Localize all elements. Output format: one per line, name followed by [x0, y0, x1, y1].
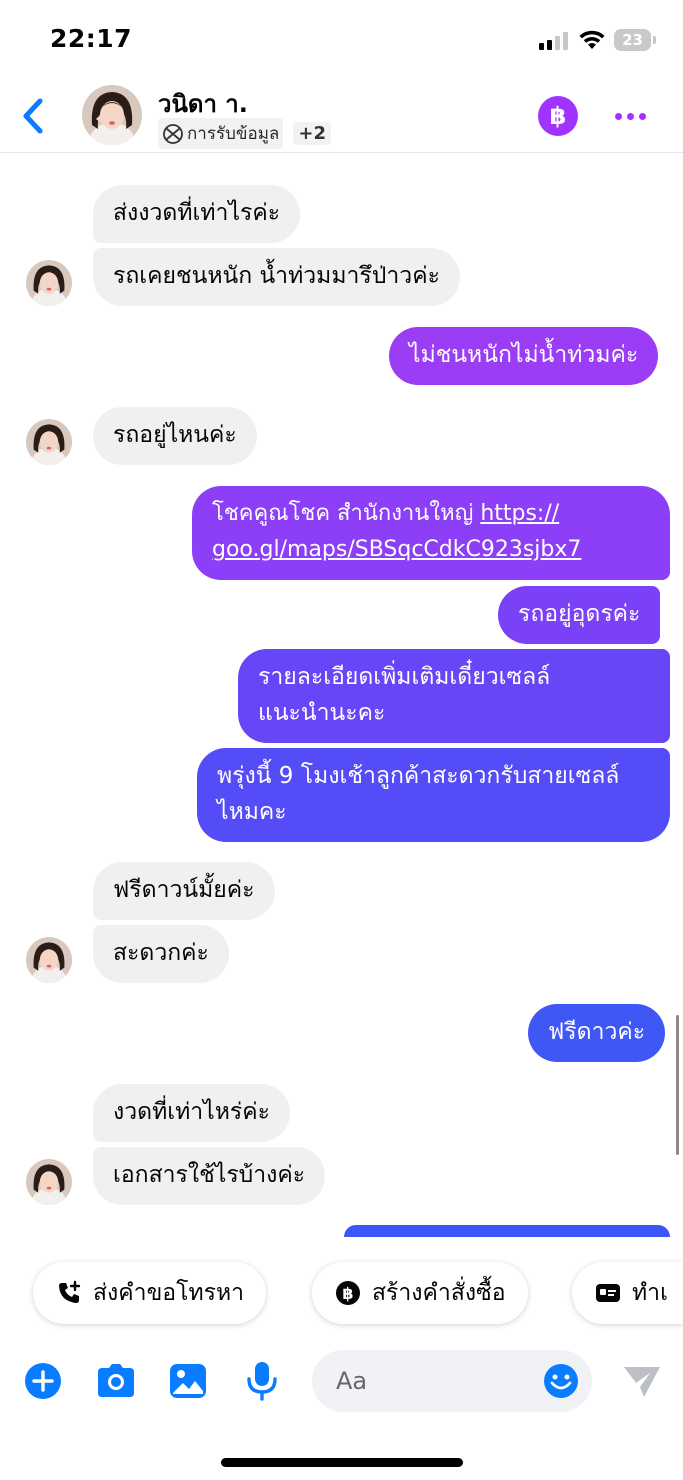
message-bubble-outgoing[interactable]: พรุ่งนี้ 9 โมงเช้าลูกค้าสะดวกรับสายเซลล์… — [197, 748, 670, 842]
svg-text:฿: ฿ — [342, 1284, 353, 1303]
message-bubble-outgoing-partial[interactable] — [344, 1225, 670, 1237]
like-button[interactable] — [622, 1363, 662, 1399]
map-link[interactable]: goo.gl/maps/SBSqcCdkC923sjbx7 — [212, 537, 581, 562]
back-chevron-icon[interactable] — [18, 96, 46, 136]
message-bubble-incoming[interactable]: สะดวกค่ะ — [93, 925, 229, 983]
more-dot-icon — [614, 112, 622, 120]
message-text: แนะนำนะคะ — [258, 700, 386, 726]
battery-level: 23 — [622, 31, 643, 49]
messenger-chat-screen: 22:17 23 วนิดา า. การรับข้อมูล +2 ฿ ส่งง… — [0, 0, 683, 1480]
message-text: ส่งงวดที่เท่าไรค่ะ — [113, 200, 281, 226]
emoji-button[interactable] — [543, 1363, 579, 1399]
sender-avatar[interactable] — [26, 260, 72, 306]
message-text: พรุ่งนี้ 9 โมงเช้าลูกค้าสะดวกรับสายเซลล์ — [217, 763, 620, 789]
contact-subtitle: การรับข้อมูล +2 — [158, 118, 331, 149]
more-action-chip[interactable]: ทำเ — [572, 1262, 683, 1324]
message-text: เอกสารใช้ไรบ้างค่ะ — [113, 1162, 306, 1188]
message-text: รถอยู่ไหนค่ะ — [113, 422, 237, 448]
create-order-chip[interactable]: ฿ สร้างคำสั่งซื้อ — [312, 1262, 528, 1324]
message-text: รถเคยชนหนัก น้ำท่วมมารึป่าวค่ะ — [113, 263, 440, 289]
extra-labels-count[interactable]: +2 — [293, 122, 331, 145]
home-indicator — [221, 1458, 463, 1467]
message-text: โชคคูณโชค สำนักงานใหญ่ — [212, 501, 481, 526]
sender-avatar[interactable] — [26, 937, 72, 983]
scrollbar[interactable] — [676, 1015, 679, 1155]
microphone-icon — [247, 1362, 277, 1401]
add-button[interactable] — [22, 1360, 64, 1402]
lead-source-chip[interactable]: การรับข้อมูล — [158, 118, 284, 149]
meta-ads-icon — [163, 123, 183, 144]
header-divider — [0, 152, 683, 153]
message-text: ฟรีดาวค่ะ — [548, 1019, 646, 1045]
message-text: ไม่ชนหนักไม่น้ำท่วมค่ะ — [409, 342, 639, 368]
phone-plus-icon — [55, 1279, 83, 1307]
payment-button[interactable]: ฿ — [538, 96, 578, 136]
bitcoin-icon: ฿ — [549, 102, 567, 130]
status-time: 22:17 — [50, 24, 133, 53]
wifi-icon — [579, 30, 605, 49]
message-text: ฟรีดาวน์มั้ยค่ะ — [113, 877, 255, 903]
message-bubble-outgoing[interactable]: โชคคูณโชค สำนักงานใหญ่ https:// goo.gl/m… — [192, 486, 670, 580]
bitcoin-icon: ฿ — [334, 1279, 362, 1307]
request-call-chip[interactable]: ส่งคำขอโทรหา — [33, 1262, 267, 1324]
camera-icon — [98, 1364, 134, 1397]
camera-button[interactable] — [95, 1360, 137, 1402]
message-text: งวดที่เท่าไหร่ค่ะ — [113, 1099, 271, 1125]
message-bubble-outgoing[interactable]: รถอยู่อุดรค่ะ — [498, 586, 661, 644]
message-bubble-incoming[interactable]: รถเคยชนหนัก น้ำท่วมมารึป่าวค่ะ — [93, 248, 460, 306]
contact-avatar[interactable] — [82, 85, 142, 145]
lead-source-label: การรับข้อมูล — [187, 124, 280, 144]
chip-label: ส่งคำขอโทรหา — [93, 1280, 245, 1306]
message-text: รถอยู่อุดรค่ะ — [518, 601, 641, 627]
message-bubble-incoming[interactable]: ส่งงวดที่เท่าไรค่ะ — [93, 185, 301, 243]
message-bubble-incoming[interactable]: เอกสารใช้ไรบ้างค่ะ — [93, 1147, 326, 1205]
gallery-button[interactable] — [167, 1360, 209, 1402]
voice-button[interactable] — [241, 1360, 283, 1402]
cell-signal-icon — [539, 32, 568, 50]
message-bubble-outgoing[interactable]: ฟรีดาวค่ะ — [528, 1004, 666, 1062]
message-bubble-incoming[interactable]: รถอยู่ไหนค่ะ — [93, 407, 257, 465]
sender-avatar[interactable] — [26, 1159, 72, 1205]
id-card-icon — [594, 1279, 622, 1307]
message-text: สะดวกค่ะ — [113, 940, 209, 966]
sender-avatar[interactable] — [26, 419, 72, 465]
message-bubble-outgoing[interactable]: รายละเอียดเพิ่มเติมเดี๋ยวเซลล์ แนะนำนะคะ — [238, 649, 670, 743]
plus-circle-icon — [25, 1363, 61, 1399]
image-icon — [170, 1364, 206, 1398]
chip-label: ทำเ — [632, 1280, 668, 1306]
battery-icon: 23 — [614, 29, 656, 51]
more-options-button[interactable] — [608, 104, 652, 128]
chip-label: สร้างคำสั่งซื้อ — [372, 1280, 506, 1306]
message-bubble-incoming[interactable]: ฟรีดาวน์มั้ยค่ะ — [93, 862, 275, 920]
message-text: รายละเอียดเพิ่มเติมเดี๋ยวเซลล์ — [258, 664, 551, 690]
message-bubble-incoming[interactable]: งวดที่เท่าไหร่ค่ะ — [93, 1084, 291, 1142]
map-link[interactable]: https:// — [480, 501, 559, 526]
message-bubble-outgoing[interactable]: ไม่ชนหนักไม่น้ำท่วมค่ะ — [389, 327, 659, 385]
message-text: ไหมคะ — [217, 799, 287, 825]
